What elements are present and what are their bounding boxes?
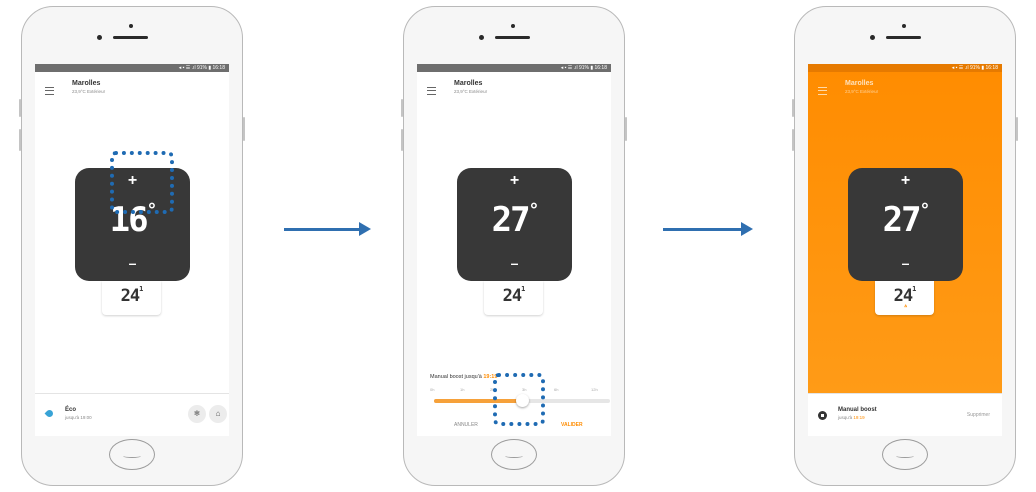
menu-icon[interactable] (427, 87, 436, 95)
valve-base-display: 241 (102, 281, 161, 315)
tap-highlight-slider (493, 373, 545, 426)
valve-display-value: 24 (120, 286, 141, 306)
home-button[interactable] (882, 439, 928, 470)
screen: ◂ ▪ ☰ .ıl 91% ▮ 16:18 Marolles 23,9°C Ex… (35, 64, 229, 436)
phone-1: ◂ ▪ ☰ .ıl 91% ▮ 16:18 Marolles 23,9°C Ex… (19, 6, 245, 486)
away-button[interactable]: ⌂ (209, 405, 227, 423)
home-title: Marolles (454, 80, 483, 87)
boost-label: Manual boost (838, 407, 877, 413)
phone-3: ◂ ▪ ☰ .ıl 91% ▮ 16:18 Marolles 23,9°C Ex… (792, 6, 1018, 486)
status-bar: ◂ ▪ ☰ .ıl 91% ▮ 16:18 (808, 64, 1002, 72)
valve-display-value: 24 (893, 286, 914, 306)
status-bar: ◂ ▪ ☰ .ıl 91% ▮ 16:18 (417, 64, 611, 72)
earpiece-speaker (886, 36, 921, 39)
stop-icon[interactable] (818, 411, 827, 420)
snowflake-icon: ❄ (193, 409, 201, 418)
degree-symbol: ° (528, 200, 540, 221)
confirm-button[interactable]: VALIDER (561, 422, 583, 428)
outdoor-temperature: 23,9°C Extérieur (454, 89, 488, 94)
boost-until-label: jusqu'à (838, 415, 854, 420)
thermostat-valve: + 27° – (457, 168, 572, 281)
mode-until: jusqu'à 19:00 (65, 415, 92, 420)
front-camera (97, 35, 102, 40)
screen: ◂ ▪ ☰ .ıl 91% ▮ 16:18 Marolles 23,9°C Ex… (808, 64, 1002, 436)
sensor-dot (511, 24, 515, 28)
side-button (792, 99, 794, 117)
decrease-button[interactable]: – (457, 255, 572, 271)
boost-footer: Manual boost jusqu'à 19:19 Supprimer (808, 393, 1002, 436)
sensor-dot (129, 24, 133, 28)
arrow-right-icon (284, 222, 371, 236)
tap-highlight-plus (110, 151, 174, 214)
side-button (243, 117, 245, 141)
valve-display-super: 1 (139, 285, 143, 293)
front-camera (479, 35, 484, 40)
arrow-right-icon (663, 222, 753, 236)
side-button (19, 129, 21, 151)
decrease-button[interactable]: – (75, 255, 190, 271)
slider-tick: 1h (460, 387, 465, 392)
earpiece-speaker (495, 36, 530, 39)
home-title: Marolles (72, 80, 101, 87)
valve-display-super: 1 (912, 285, 916, 293)
increase-button[interactable]: + (848, 172, 963, 190)
increase-button[interactable]: + (457, 172, 572, 190)
side-button (1016, 117, 1018, 141)
slider-tick: 0h (430, 387, 435, 392)
setpoint-display: 27° (457, 200, 572, 240)
app-bar: Marolles 23,9°C Extérieur (35, 72, 229, 110)
boost-label: Manual boost jusqu'à (430, 374, 484, 380)
front-camera (870, 35, 875, 40)
mode-label: Éco (65, 407, 77, 413)
boost-until: jusqu'à 19:19 (838, 415, 865, 420)
mode-footer: Éco jusqu'à 19:00 ❄ ⌂ (35, 393, 229, 436)
status-bar: ◂ ▪ ☰ .ıl 91% ▮ 16:18 (35, 64, 229, 72)
app-bar: Marolles 23,9°C Extérieur (417, 72, 611, 110)
outdoor-temperature: 23,9°C Extérieur (845, 89, 879, 94)
side-button (792, 129, 794, 151)
slider-tick: 12h (591, 387, 598, 392)
menu-icon[interactable] (818, 87, 827, 95)
home-button[interactable] (109, 439, 155, 470)
app-bar: Marolles 23,9°C Extérieur (808, 72, 1002, 110)
earpiece-speaker (113, 36, 148, 39)
setpoint-value: 27 (491, 200, 531, 240)
valve-base-display: 241 ᐞ (875, 281, 934, 315)
valve-display-super: 1 (521, 285, 525, 293)
frost-guard-button[interactable]: ❄ (188, 405, 206, 423)
slider-tick: 6h (554, 387, 559, 392)
boost-title: Manual boost jusqu'à 19:19 (430, 374, 497, 380)
valve-base-display: 241 (484, 281, 543, 315)
degree-symbol: ° (919, 200, 931, 221)
drop-icon (44, 408, 55, 419)
decrease-button[interactable]: – (848, 255, 963, 271)
side-button (625, 117, 627, 141)
side-button (19, 99, 21, 117)
side-button (401, 99, 403, 117)
home-title: Marolles (845, 80, 874, 87)
boost-indicator-icon: ᐞ (904, 304, 907, 311)
setpoint-display: 27° (848, 200, 963, 240)
boost-end-time: 19:19 (853, 415, 865, 420)
home-button[interactable] (491, 439, 537, 470)
valve-display-value: 24 (502, 286, 523, 306)
outdoor-temperature: 23,9°C Extérieur (72, 89, 106, 94)
cancel-button[interactable]: ANNULER (454, 422, 478, 428)
home-away-icon: ⌂ (215, 409, 221, 418)
sensor-dot (902, 24, 906, 28)
setpoint-value: 27 (882, 200, 922, 240)
thermostat-valve: + 27° – (848, 168, 963, 281)
side-button (401, 129, 403, 151)
delete-boost-button[interactable]: Supprimer (967, 412, 990, 418)
menu-icon[interactable] (45, 87, 54, 95)
